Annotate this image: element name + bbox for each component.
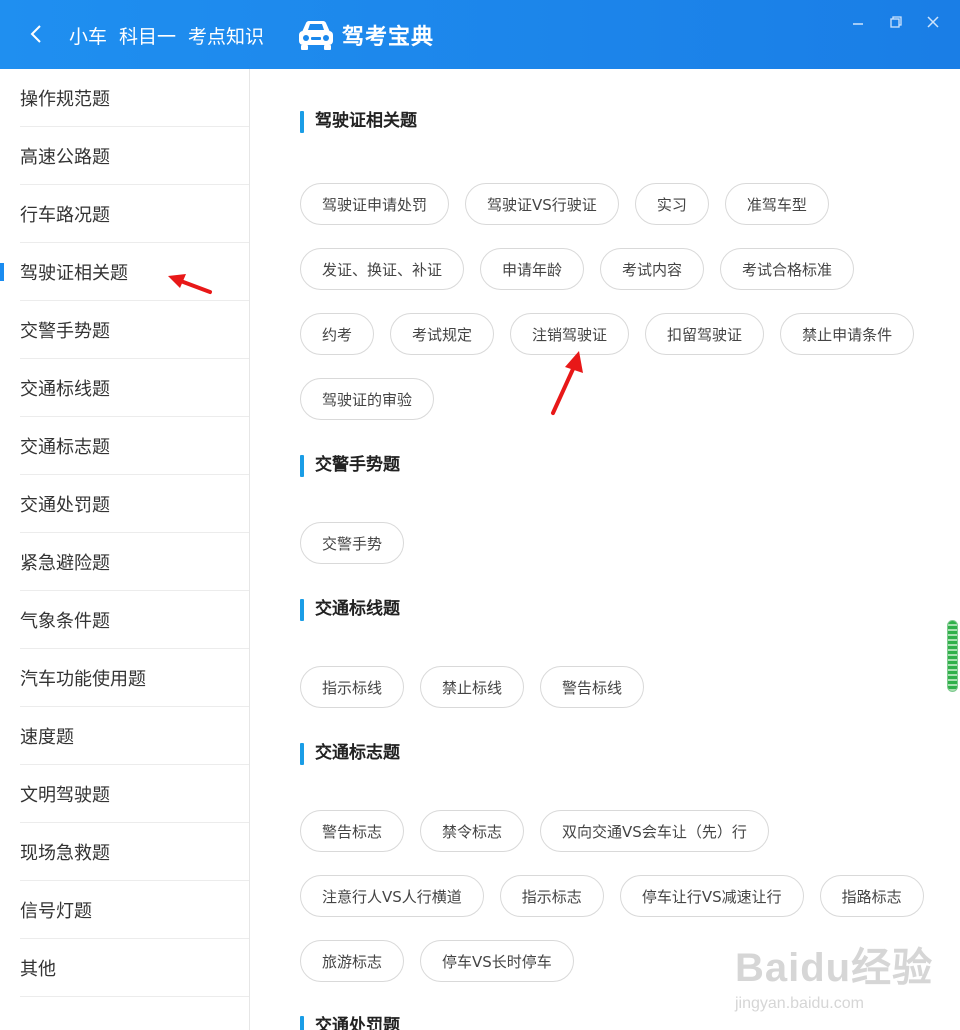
tag-button[interactable]: 考试规定 — [390, 313, 495, 355]
tag-button[interactable]: 驾驶证申请处罚 — [300, 183, 450, 225]
tag-button[interactable]: 停车让行VS减速让行 — [619, 875, 804, 917]
tag-button[interactable]: 准驾车型 — [724, 183, 829, 225]
tag-button[interactable]: 驾驶证的审验 — [300, 378, 435, 420]
breadcrumb: 小车 科目一 考点知识 — [69, 20, 276, 50]
watermark-logo: Baidu经验 — [735, 946, 934, 990]
sidebar-item-label: 其他 — [20, 958, 56, 980]
tag-button[interactable]: 考试内容 — [600, 248, 705, 290]
sidebar-item-road-conditions[interactable]: 行车路况题 — [20, 185, 249, 243]
tag-button[interactable]: 禁止标线 — [420, 666, 525, 708]
tag-button[interactable]: 禁止申请条件 — [780, 313, 915, 355]
section-police-gestures: 交警手势题 — [300, 453, 400, 477]
tag-button[interactable]: 发证、换证、补证 — [300, 248, 465, 290]
sidebar-item-operation[interactable]: 操作规范题 — [20, 69, 249, 127]
sidebar-item-label: 汽车功能使用题 — [20, 668, 146, 690]
breadcrumb-item[interactable]: 小车 — [69, 22, 107, 49]
section-title: 交通标线题 — [300, 597, 400, 621]
breadcrumb-item[interactable]: 科目一 — [119, 22, 176, 49]
sidebar-item-label: 紧急避险题 — [20, 552, 110, 574]
sidebar-item-signal-lights[interactable]: 信号灯题 — [20, 881, 249, 939]
back-button[interactable] — [22, 20, 50, 48]
red-arrow-icon — [551, 351, 583, 415]
minimize-icon — [853, 23, 863, 25]
tag-list: 驾驶证申请处罚 驾驶证VS行驶证 实习 准驾车型 发证、换证、补证 申请年龄 考… — [300, 183, 940, 443]
sidebar-item-emergency[interactable]: 紧急避险题 — [20, 533, 249, 591]
baidu-watermark: Baidu经验 jingyan.baidu.com — [735, 935, 935, 1015]
sidebar-item-traffic-signs[interactable]: 交通标志题 — [20, 417, 249, 475]
sidebar-item-label: 交警手势题 — [20, 320, 110, 342]
tag-button[interactable]: 旅游标志 — [300, 940, 405, 982]
tag-button[interactable]: 警告标志 — [300, 810, 405, 852]
section-title: 交通处罚题 — [300, 1014, 400, 1030]
tag-button[interactable]: 双向交通VS会车让（先）行 — [540, 810, 769, 852]
sidebar-item-label: 交通处罚题 — [20, 494, 110, 516]
tag-button[interactable]: 注意行人VS人行横道 — [300, 875, 484, 917]
sidebar-item-label: 交通标志题 — [20, 436, 110, 458]
tag-button[interactable]: 约考 — [300, 313, 375, 355]
close-icon — [927, 16, 939, 28]
scrollbar-thumb[interactable] — [947, 620, 958, 692]
sidebar-item-label: 文明驾驶题 — [20, 784, 110, 806]
maximize-button[interactable] — [886, 12, 906, 32]
tag-list: 指示标线 禁止标线 警告标线 — [300, 666, 940, 731]
sidebar-item-highway[interactable]: 高速公路题 — [20, 127, 249, 185]
section-title: 交警手势题 — [300, 453, 400, 477]
sidebar-item-label: 速度题 — [20, 726, 74, 748]
sidebar-item-first-aid[interactable]: 现场急救题 — [20, 823, 249, 881]
tag-button[interactable]: 交警手势 — [300, 522, 405, 564]
sidebar-item-car-functions[interactable]: 汽车功能使用题 — [20, 649, 249, 707]
breadcrumb-item[interactable]: 考点知识 — [188, 22, 264, 49]
sidebar-item-other[interactable]: 其他 — [20, 939, 249, 997]
watermark-url: jingyan.baidu.com — [735, 995, 864, 1012]
title-bar: 小车 科目一 考点知识 驾考宝典 — [0, 0, 960, 69]
section-penalties: 交通处罚题 — [300, 1014, 400, 1030]
tag-button[interactable]: 停车VS长时停车 — [420, 940, 574, 982]
section-title: 驾驶证相关题 — [300, 109, 417, 133]
section-license: 驾驶证相关题 — [300, 109, 417, 133]
category-sidebar: 操作规范题 高速公路题 行车路况题 驾驶证相关题 交警手势题 交通标线题 交通标… — [0, 69, 250, 1030]
tag-button[interactable]: 申请年龄 — [480, 248, 585, 290]
tag-button[interactable]: 指路标志 — [819, 875, 924, 917]
tag-button[interactable]: 考试合格标准 — [720, 248, 855, 290]
tag-button[interactable]: 禁令标志 — [420, 810, 525, 852]
sidebar-item-police-gestures[interactable]: 交警手势题 — [20, 301, 249, 359]
tag-button[interactable]: 警告标线 — [540, 666, 645, 708]
tag-list: 交警手势 — [300, 522, 940, 587]
sidebar-item-label: 信号灯题 — [20, 900, 92, 922]
sidebar-item-label: 驾驶证相关题 — [20, 262, 128, 284]
knowledge-content: 驾驶证相关题 驾驶证申请处罚 驾驶证VS行驶证 实习 准驾车型 发证、换证、补证… — [250, 69, 960, 1030]
tag-button[interactable]: 指示标线 — [300, 666, 405, 708]
sidebar-item-label: 操作规范题 — [20, 88, 110, 110]
section-traffic-signs: 交通标志题 — [300, 741, 400, 765]
brand-logo: 驾考宝典 — [296, 15, 434, 55]
car-logo-icon — [299, 21, 333, 50]
sidebar-item-road-markings[interactable]: 交通标线题 — [20, 359, 249, 417]
brand-name: 驾考宝典 — [342, 25, 435, 50]
sidebar-item-civil-driving[interactable]: 文明驾驶题 — [20, 765, 249, 823]
sidebar-item-speed[interactable]: 速度题 — [20, 707, 249, 765]
close-button[interactable] — [923, 12, 943, 32]
sidebar-item-weather[interactable]: 气象条件题 — [20, 591, 249, 649]
sidebar-item-label: 现场急救题 — [20, 842, 110, 864]
tag-button[interactable]: 扣留驾驶证 — [645, 313, 765, 355]
sidebar-item-label: 交通标线题 — [20, 378, 110, 400]
tag-button[interactable]: 实习 — [634, 183, 709, 225]
sidebar-item-label: 高速公路题 — [20, 146, 110, 168]
minimize-button[interactable] — [848, 12, 868, 32]
red-arrow-icon — [168, 274, 212, 294]
tag-button[interactable]: 指示标志 — [499, 875, 604, 917]
tag-button[interactable]: 驾驶证VS行驶证 — [465, 183, 619, 225]
chevron-left-icon — [30, 25, 41, 43]
sidebar-item-label: 气象条件题 — [20, 610, 110, 632]
restore-icon — [890, 16, 902, 28]
section-title: 交通标志题 — [300, 741, 400, 765]
section-road-markings: 交通标线题 — [300, 597, 400, 621]
sidebar-item-penalties[interactable]: 交通处罚题 — [20, 475, 249, 533]
sidebar-item-label: 行车路况题 — [20, 204, 110, 226]
